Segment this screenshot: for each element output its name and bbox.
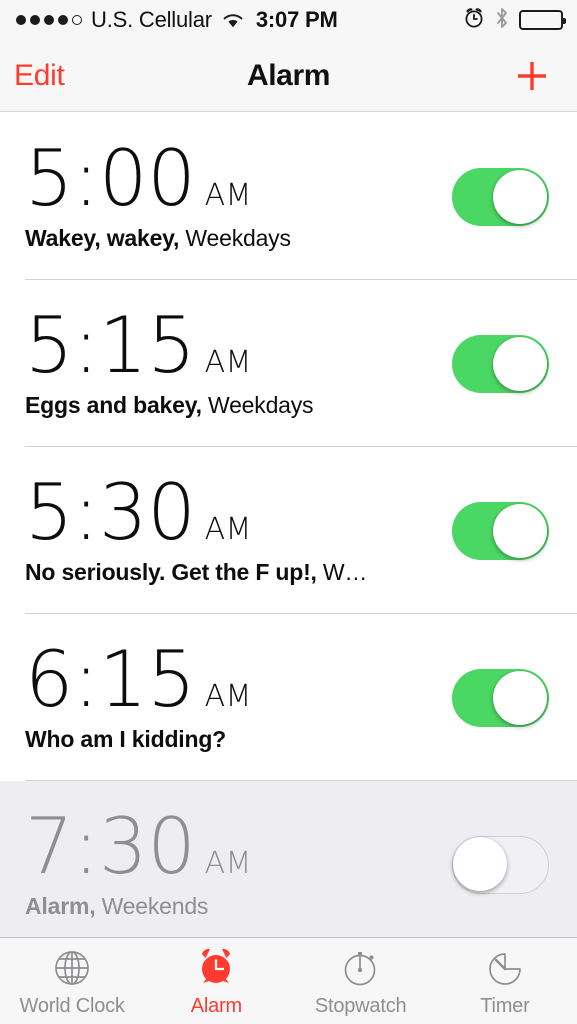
page-title: Alarm: [246, 58, 331, 92]
alarm-row-texts: 7:30 AM Alarm, Weekends: [25, 800, 452, 920]
alarm-period: AM: [204, 679, 252, 714]
alarm-toggle-knob: [493, 503, 547, 558]
alarm-time-line: 5:30 AM: [25, 466, 452, 558]
alarm-period: AM: [204, 345, 252, 380]
alarm-subtitle: Eggs and bakey, Weekdays: [25, 392, 440, 419]
alarm-time-line: 7:30 AM: [25, 800, 452, 892]
tab-label-stopwatch: Stopwatch: [314, 994, 407, 1017]
alarm-label: Who am I kidding?: [25, 726, 227, 752]
alarm-repeat: Weekdays: [179, 225, 291, 251]
alarm-time: 5:30: [25, 466, 196, 558]
globe-icon: [50, 945, 94, 991]
status-bar-clock: 3:07 PM: [255, 7, 338, 32]
edit-button[interactable]: Edit: [14, 59, 65, 93]
status-bar-left: U.S. Cellular 3:07 PM: [16, 7, 338, 33]
alarm-row-texts: 6:15 AM Who am I kidding?: [25, 633, 452, 753]
alarm-toggle-knob: [493, 670, 547, 725]
alarm-row-texts: 5:00 AM Wakey, wakey, Weekdays: [25, 132, 452, 252]
alarm-label: No seriously. Get the F up!,: [25, 559, 317, 585]
alarm-list[interactable]: 5:00 AM Wakey, wakey, Weekdays 5:15 AM Eggs a…: [0, 113, 577, 937]
add-alarm-button[interactable]: [509, 53, 555, 99]
alarm-app-screen: U.S. Cellular 3:07 PM Edit Alarm 5:00 AM…: [0, 0, 577, 1024]
alarm-subtitle: Who am I kidding?: [25, 726, 440, 753]
alarm-time-line: 6:15 AM: [25, 633, 452, 725]
alarm-time: 5:15: [25, 299, 196, 391]
battery-icon: [519, 10, 566, 30]
alarm-time: 5:00: [25, 132, 196, 224]
alarm-time-line: 5:15 AM: [25, 299, 452, 391]
alarm-period: AM: [204, 846, 252, 881]
alarm-toggle-knob: [453, 837, 507, 891]
alarm-row[interactable]: 5:15 AM Eggs and bakey, Weekdays: [0, 280, 577, 447]
alarm-row[interactable]: 5:30 AM No seriously. Get the F up!, W…: [0, 447, 577, 614]
alarm-subtitle: Wakey, wakey, Weekdays: [25, 225, 440, 252]
alarm-repeat: Weekends: [95, 893, 209, 919]
alarm-subtitle: No seriously. Get the F up!, W…: [25, 559, 440, 586]
tab-label-alarm: Alarm: [190, 994, 242, 1017]
tab-bar: World Clock Alarm Stopwatch Timer: [0, 937, 577, 1024]
alarm-time-line: 5:00 AM: [25, 132, 452, 224]
alarm-time: 6:15: [25, 633, 196, 725]
alarm-label: Alarm,: [25, 893, 96, 919]
alarm-row[interactable]: 7:30 AM Alarm, Weekends: [0, 781, 577, 937]
navigation-bar: Edit Alarm: [0, 40, 577, 112]
alarm-row[interactable]: 5:00 AM Wakey, wakey, Weekdays: [0, 113, 577, 280]
tab-timer[interactable]: Timer: [433, 938, 577, 1024]
alarm-toggle[interactable]: [452, 835, 549, 894]
tab-world-clock[interactable]: World Clock: [0, 938, 144, 1024]
signal-strength-icon: [16, 15, 82, 25]
alarm-row-texts: 5:15 AM Eggs and bakey, Weekdays: [25, 299, 452, 419]
alarm-toggle[interactable]: [452, 334, 549, 393]
alarm-repeat: Weekdays: [201, 392, 314, 418]
alarm-subtitle: Alarm, Weekends: [25, 893, 440, 920]
alarm-toggle[interactable]: [452, 501, 549, 560]
bluetooth-icon: [495, 6, 509, 35]
alarm-toggle-knob: [493, 336, 547, 391]
tab-label-world-clock: World Clock: [19, 994, 125, 1017]
wifi-icon: [221, 11, 245, 29]
alarm-time: 7:30: [25, 800, 196, 892]
status-bar-right: [463, 6, 566, 35]
alarm-clock-icon: [193, 945, 239, 991]
tab-label-timer: Timer: [480, 994, 530, 1017]
tab-alarm[interactable]: Alarm: [144, 938, 288, 1024]
alarm-label: Eggs and bakey,: [25, 392, 202, 418]
alarm-clock-icon: [463, 7, 485, 34]
timer-icon: [483, 945, 527, 991]
alarm-repeat: W…: [316, 559, 368, 585]
alarm-period: AM: [204, 178, 252, 213]
tab-stopwatch[interactable]: Stopwatch: [289, 938, 433, 1024]
alarm-label: Wakey, wakey,: [25, 225, 180, 251]
alarm-row[interactable]: 6:15 AM Who am I kidding?: [0, 614, 577, 781]
alarm-toggle[interactable]: [452, 668, 549, 727]
alarm-row-texts: 5:30 AM No seriously. Get the F up!, W…: [25, 466, 452, 586]
alarm-toggle-knob: [493, 169, 547, 224]
carrier-name: U.S. Cellular: [91, 7, 212, 32]
alarm-toggle[interactable]: [452, 167, 549, 226]
alarm-period: AM: [204, 512, 252, 547]
status-bar: U.S. Cellular 3:07 PM: [0, 0, 577, 40]
stopwatch-icon: [339, 945, 383, 991]
